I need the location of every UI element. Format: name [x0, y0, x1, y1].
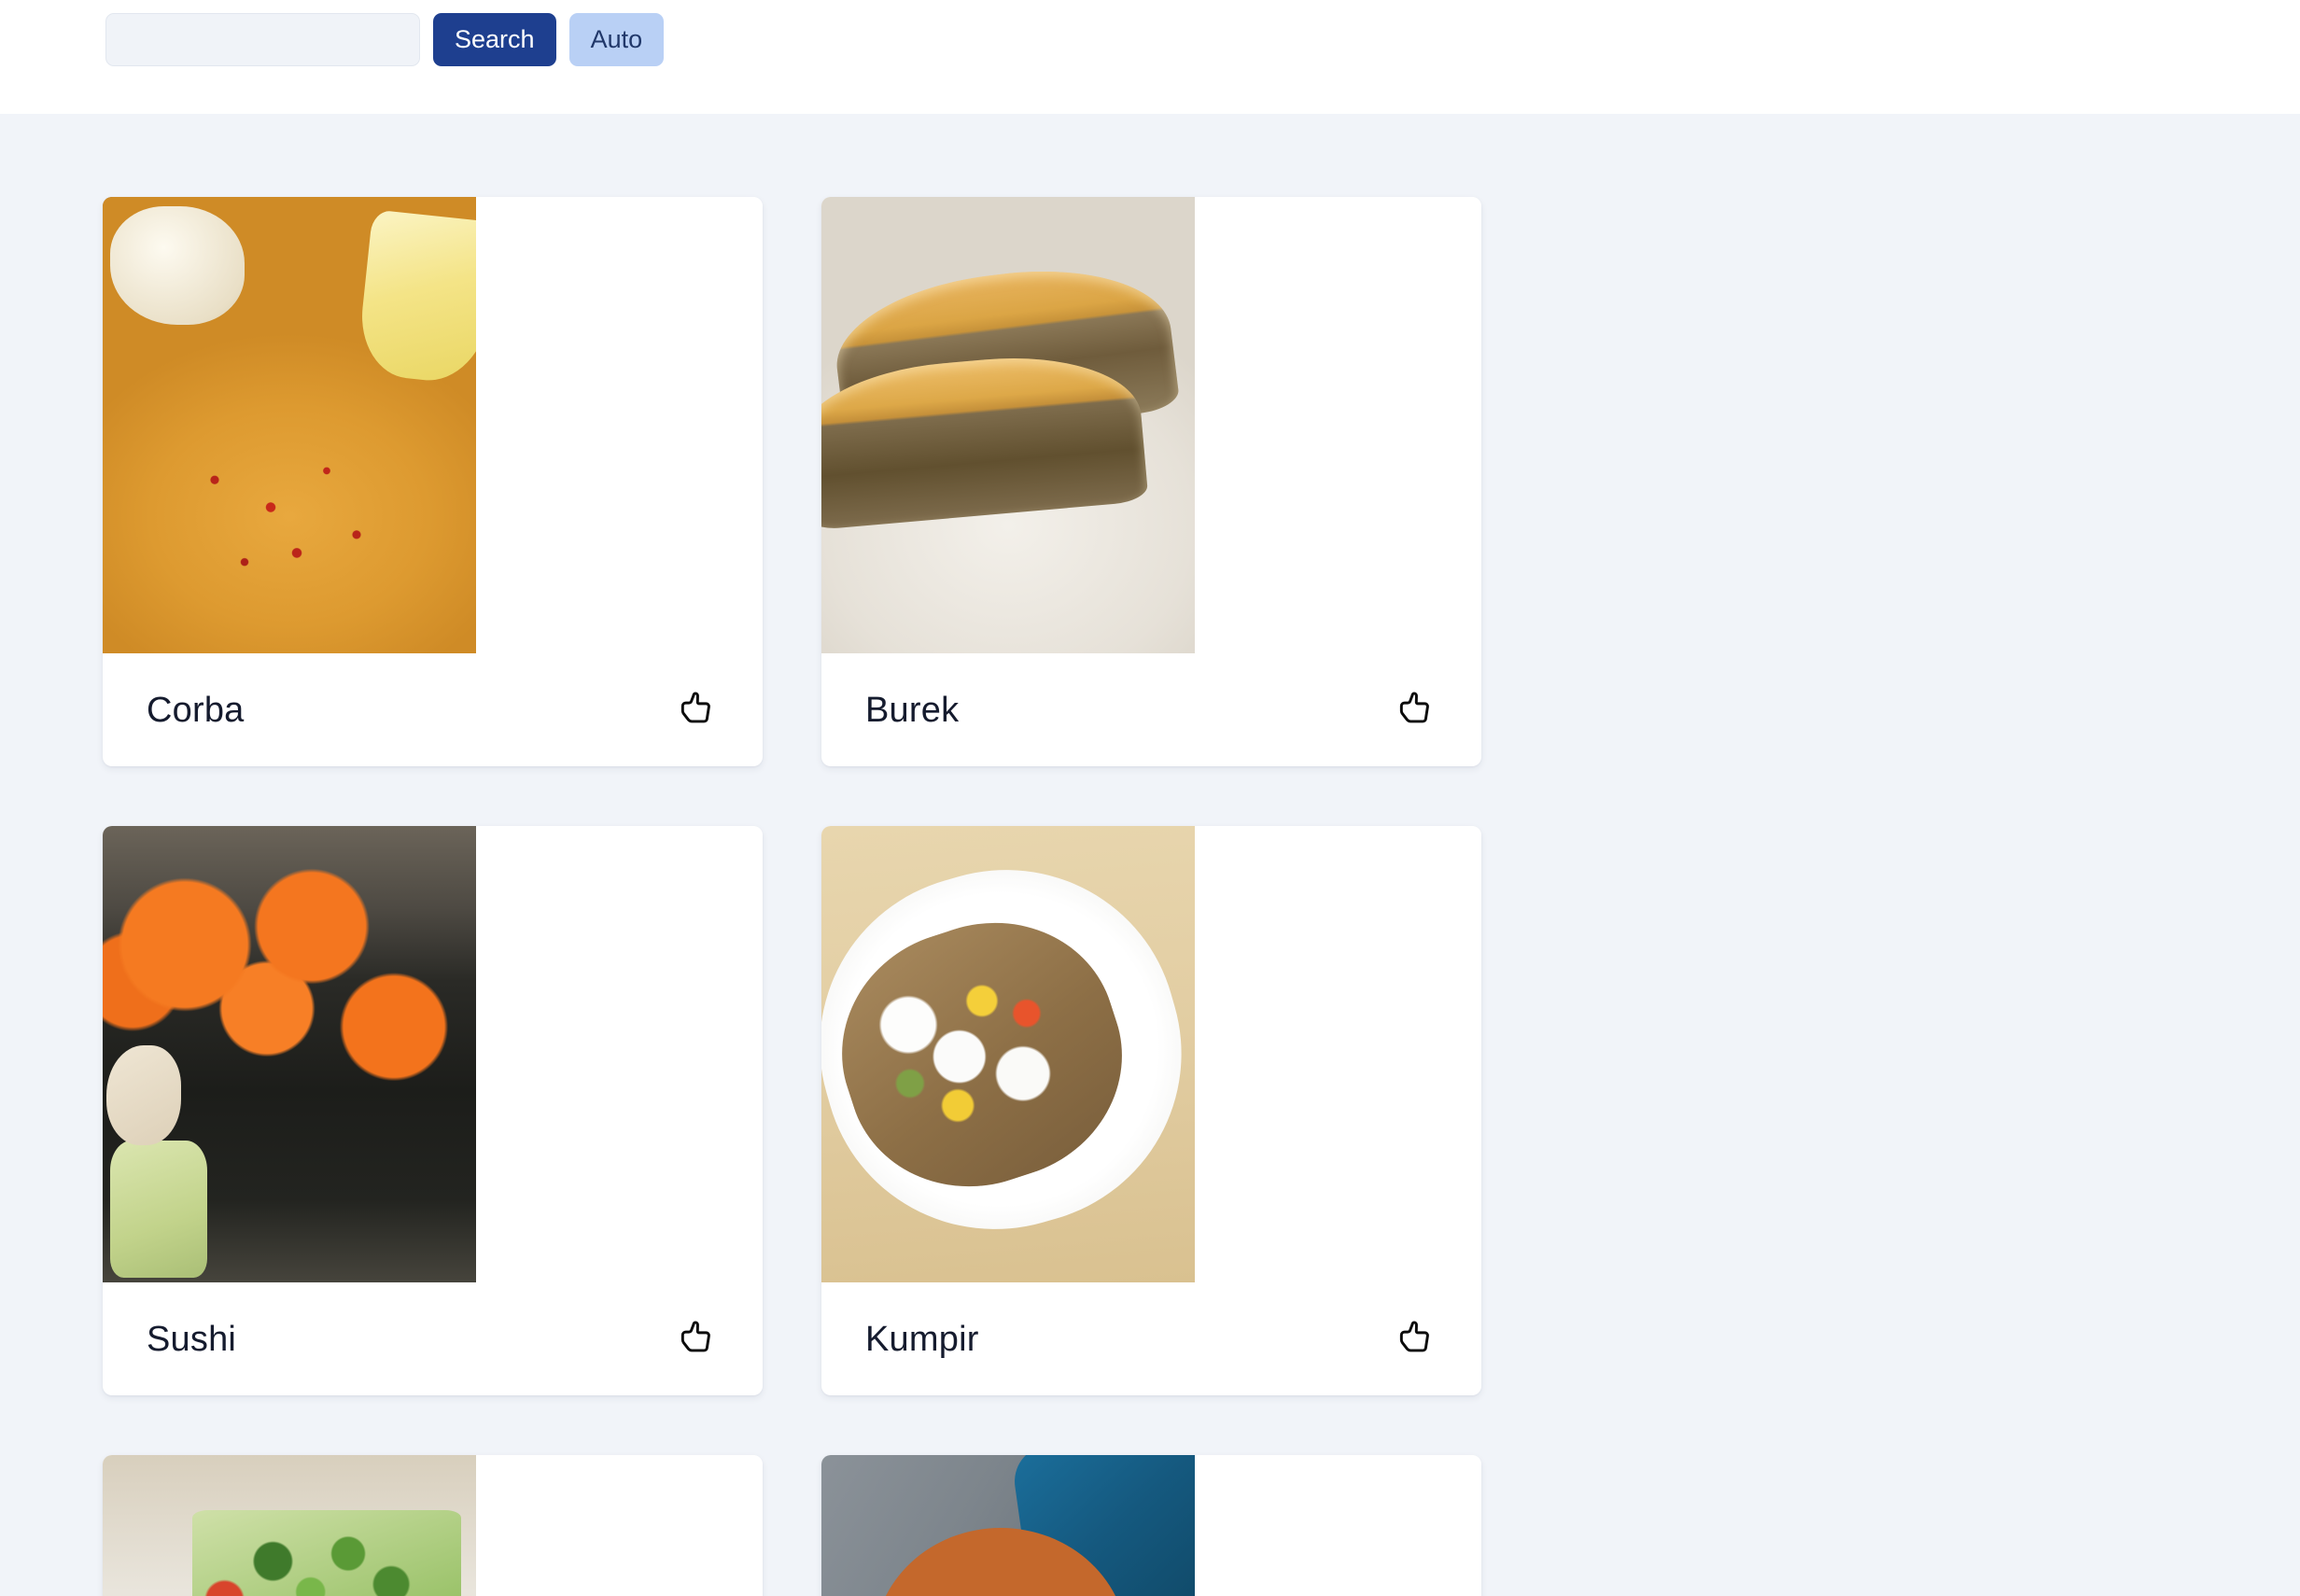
- food-photo-burek: [821, 197, 1195, 653]
- food-title: Kumpir: [865, 1319, 979, 1359]
- thumbs-up-icon: [676, 1319, 717, 1360]
- thumbs-up-icon: [676, 690, 717, 731]
- food-photo-corba: [103, 197, 476, 653]
- like-button[interactable]: [671, 685, 722, 735]
- search-button[interactable]: Search: [433, 13, 556, 66]
- card-media: [821, 197, 1481, 653]
- card-body: Kumpir: [821, 1282, 1481, 1395]
- like-button[interactable]: [1390, 685, 1440, 735]
- card-body: Corba: [103, 653, 763, 766]
- food-card-kumpir[interactable]: Kumpir: [821, 826, 1481, 1395]
- food-photo: [103, 197, 476, 653]
- food-title: Corba: [147, 690, 245, 730]
- card-media: [103, 826, 763, 1282]
- card-media: [821, 826, 1481, 1282]
- like-button[interactable]: [1390, 1314, 1440, 1365]
- food-card-burek[interactable]: Burek: [821, 197, 1481, 766]
- food-title: Burek: [865, 690, 960, 730]
- search-input[interactable]: [105, 13, 420, 66]
- card-body: Burek: [821, 653, 1481, 766]
- thumbs-up-icon: [1395, 690, 1436, 731]
- like-button[interactable]: [671, 1314, 722, 1365]
- food-photo: [821, 826, 1195, 1282]
- card-media: [103, 1455, 763, 1596]
- food-photo-sushi: [103, 826, 476, 1282]
- card-body: Sushi: [103, 1282, 763, 1395]
- header-bar: Search Auto: [0, 0, 2300, 114]
- food-photo-kumpir: [821, 826, 1195, 1282]
- food-photo-dalfry: [821, 1455, 1195, 1596]
- food-card-grid: Corba Burek Sushi Kumpir: [0, 114, 2300, 1596]
- food-card-corba[interactable]: Corba: [103, 197, 763, 766]
- food-title: Sushi: [147, 1319, 237, 1359]
- search-form: Search Auto: [105, 13, 665, 66]
- thumbs-up-icon: [1395, 1319, 1436, 1360]
- food-photo: [103, 1455, 476, 1596]
- food-photo: [103, 826, 476, 1282]
- food-photo: [821, 197, 1195, 653]
- food-card-sushi[interactable]: Sushi: [103, 826, 763, 1395]
- food-photo-tamiya: [103, 1455, 476, 1596]
- auto-button[interactable]: Auto: [568, 13, 665, 66]
- card-media: [821, 1455, 1481, 1596]
- food-card-tamiya[interactable]: Tamiya: [103, 1455, 763, 1596]
- food-card-dal-fry[interactable]: Dal Fry: [821, 1455, 1481, 1596]
- food-photo: [821, 1455, 1195, 1596]
- card-media: [103, 197, 763, 653]
